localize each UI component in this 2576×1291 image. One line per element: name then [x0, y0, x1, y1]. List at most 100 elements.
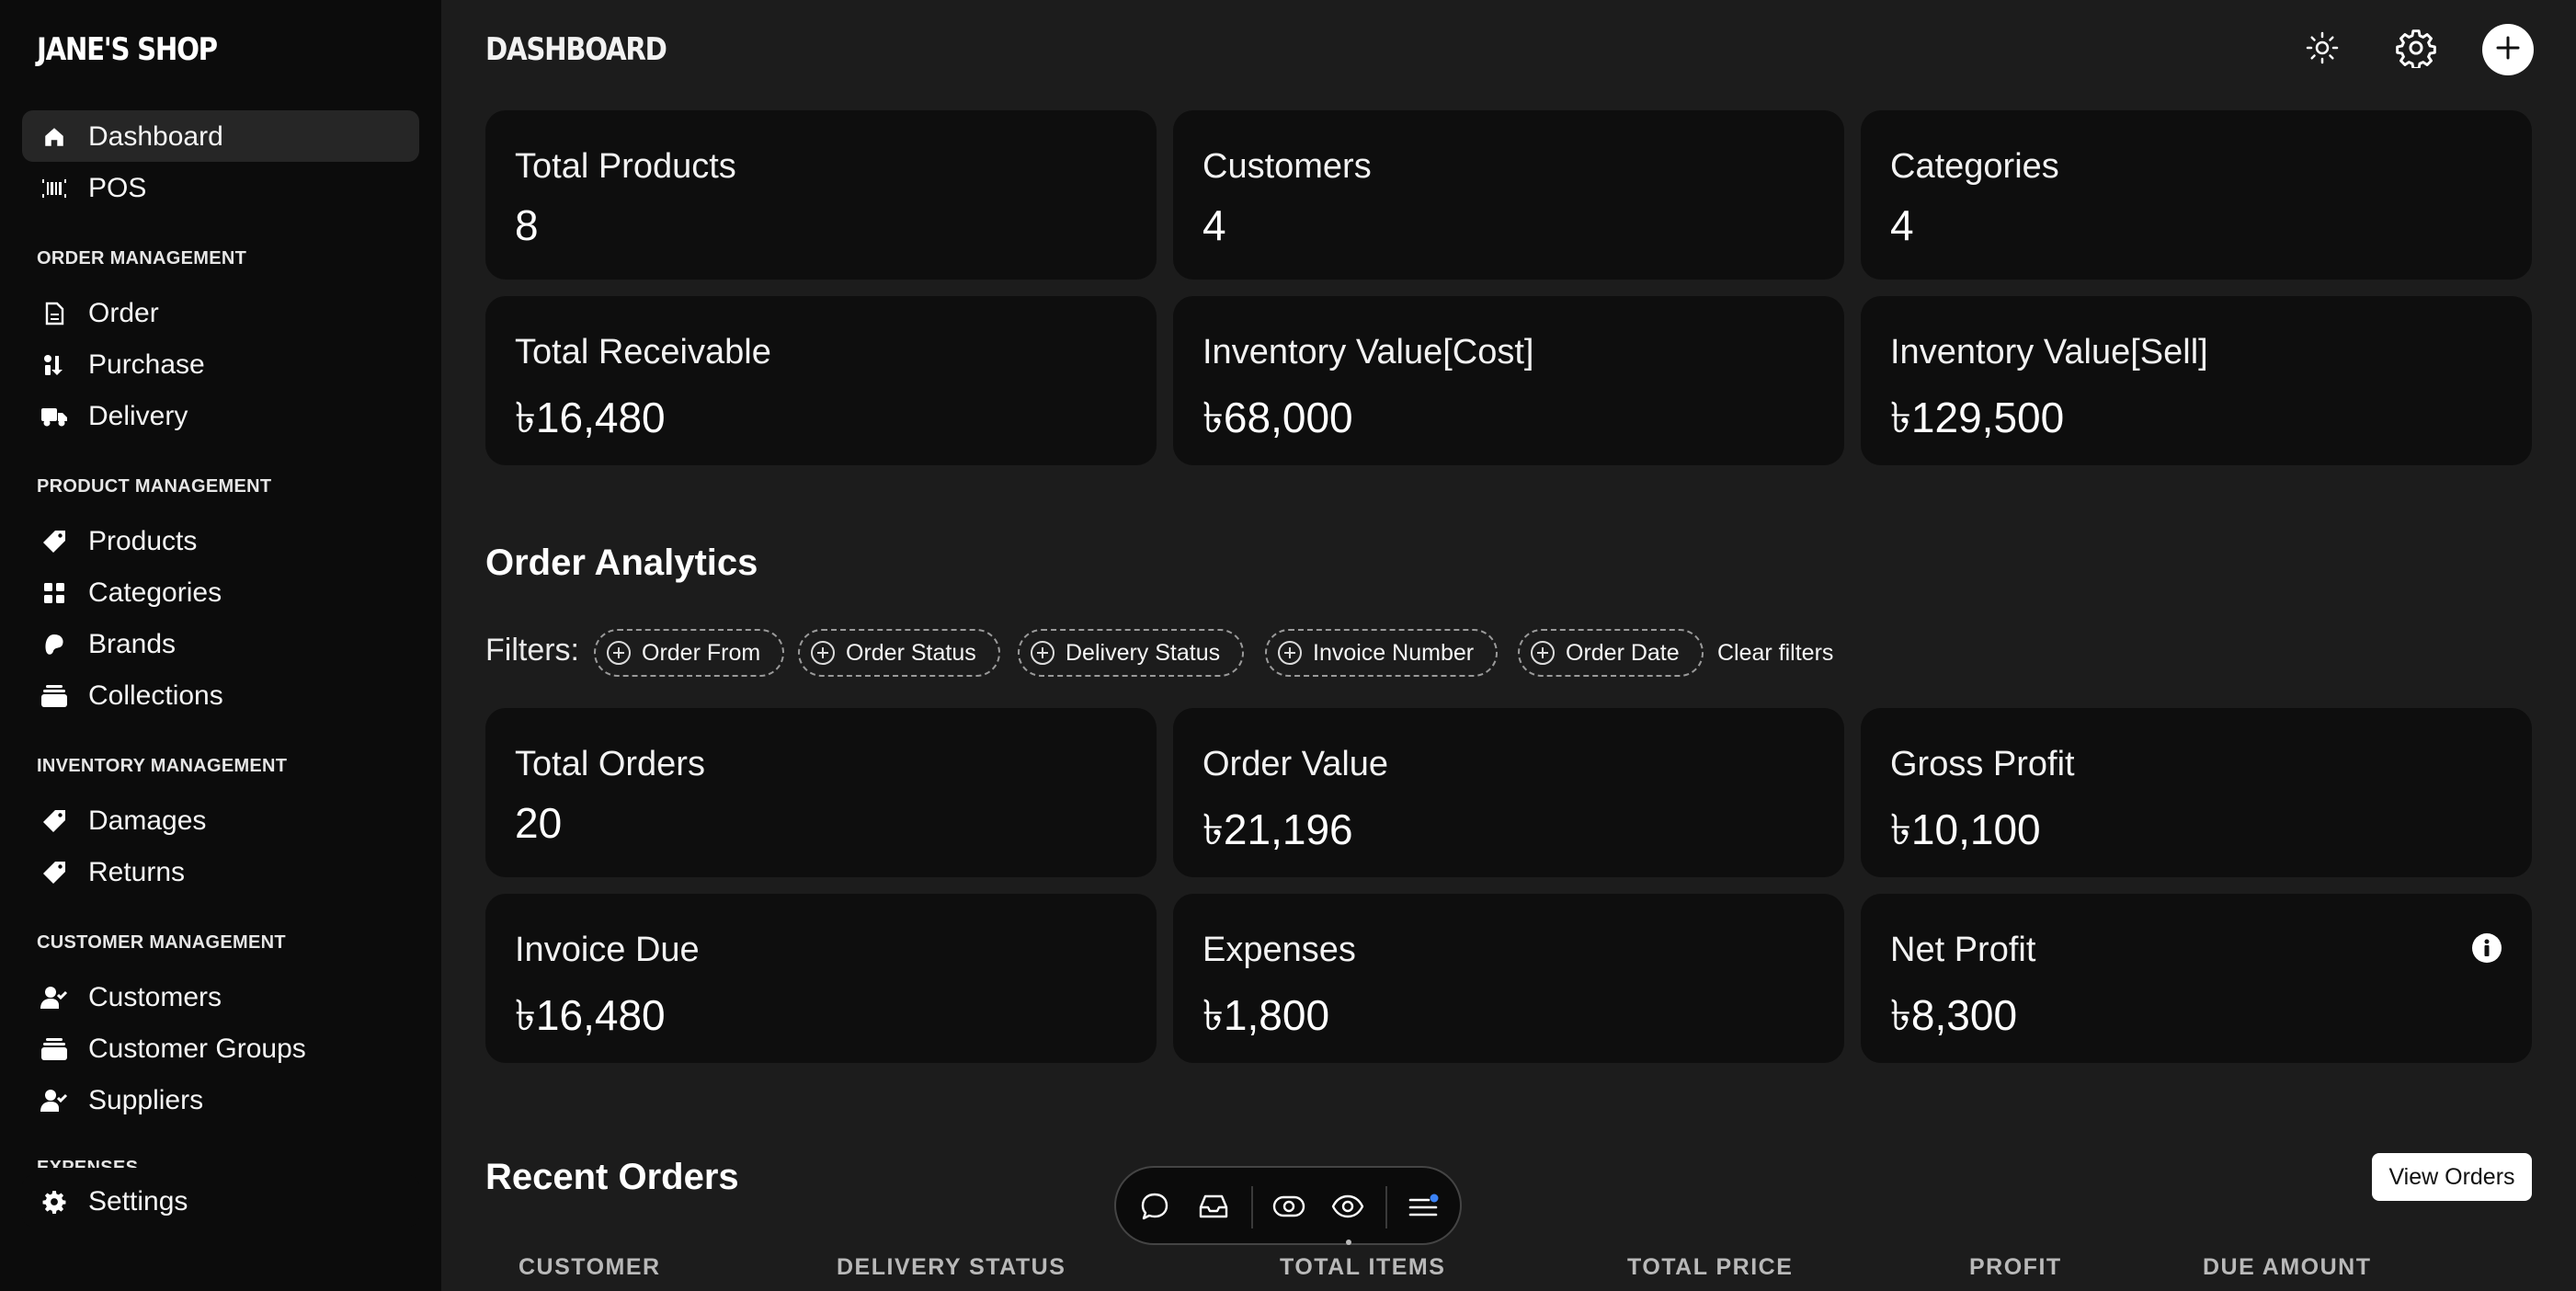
sidebar-item-categories[interactable]: Categories [22, 566, 419, 618]
column-header-due-amount[interactable]: DUE AMOUNT [2203, 1254, 2372, 1281]
stat-card-categories: Categories 4 [1861, 110, 2532, 280]
filter-delivery-status[interactable]: Delivery Status [1018, 629, 1245, 677]
stat-card-inventory-cost: Inventory Value[Cost] ৳68,000 [1173, 296, 1844, 465]
stat-label: Total Products [515, 147, 736, 186]
filter-label: Order Date [1566, 639, 1680, 666]
stat-value: 4 [1890, 201, 1914, 249]
sidebar-item-purchase[interactable]: Purchase [22, 338, 419, 390]
truck-icon [40, 403, 68, 430]
sidebar-item-suppliers[interactable]: Suppliers [22, 1074, 419, 1125]
sun-icon [2305, 30, 2340, 70]
section-heading-expenses: EXPENSES [37, 1158, 139, 1168]
tag-icon [40, 807, 68, 835]
stat-value: ৳8,300 [1890, 991, 2018, 1039]
user-icon [40, 1087, 68, 1114]
purchase-icon [40, 351, 68, 379]
column-header-profit[interactable]: PROFIT [1969, 1254, 2062, 1281]
sidebar-item-label: Products [88, 526, 198, 556]
filter-order-from[interactable]: Order From [594, 629, 785, 677]
sidebar-item-label: Customer Groups [88, 1034, 306, 1064]
document-icon [40, 300, 68, 327]
page-title: DASHBOARD [485, 31, 667, 68]
stat-card-total-receivable: Total Receivable ৳16,480 [485, 296, 1157, 465]
info-icon[interactable] [2471, 932, 2502, 964]
section-heading-order: ORDER MANAGEMENT [37, 248, 247, 268]
sidebar-item-dashboard[interactable]: Dashboard [22, 110, 419, 162]
sidebar-item-label: Damages [88, 805, 207, 836]
add-button[interactable] [2482, 24, 2534, 75]
grid-icon [40, 579, 68, 607]
plus-icon [2494, 34, 2522, 66]
filter-order-status[interactable]: Order Status [798, 629, 1000, 677]
sidebar-item-settings[interactable]: Settings [22, 1175, 419, 1227]
stat-value: ৳68,000 [1203, 394, 1353, 441]
column-header-delivery-status[interactable]: DELIVERY STATUS [837, 1254, 1066, 1281]
inbox-button[interactable] [1195, 1190, 1232, 1227]
filter-label: Order From [642, 639, 761, 666]
settings-button[interactable] [2390, 24, 2442, 75]
sidebar: JANE'S SHOP Dashboard POS ORDER MANAGEME… [0, 0, 441, 1291]
sidebar-item-damages[interactable]: Damages [22, 794, 419, 846]
eye-icon [1331, 1194, 1364, 1224]
sidebar-item-label: Returns [88, 857, 186, 887]
sidebar-item-label: Settings [88, 1186, 188, 1217]
column-header-customer[interactable]: CUSTOMER [519, 1254, 661, 1281]
filters-label: Filters: [485, 633, 579, 668]
sidebar-item-label: POS [88, 173, 147, 203]
gear-icon [2396, 28, 2436, 73]
menu-icon [1407, 1193, 1440, 1225]
stat-label: Inventory Value[Sell] [1890, 333, 2208, 371]
stat-value: ৳129,500 [1890, 394, 2065, 441]
column-header-total-price[interactable]: TOTAL PRICE [1627, 1254, 1793, 1281]
stat-label: Gross Profit [1890, 745, 2075, 783]
sidebar-item-customers[interactable]: Customers [22, 971, 419, 1023]
toggle-view-button[interactable] [1271, 1190, 1307, 1227]
stat-label: Expenses [1203, 931, 1356, 969]
section-heading-inventory: INVENTORY MANAGEMENT [37, 756, 288, 776]
analytics-card-total-orders: Total Orders 20 [485, 708, 1157, 877]
toggle-icon [1272, 1194, 1305, 1223]
stat-card-customers: Customers 4 [1173, 110, 1844, 280]
analytics-card-invoice-due: Invoice Due ৳16,480 [485, 894, 1157, 1063]
sidebar-item-pos[interactable]: POS [22, 162, 419, 213]
menu-button[interactable] [1405, 1190, 1442, 1227]
view-orders-button[interactable]: View Orders [2372, 1153, 2532, 1201]
stat-label: Invoice Due [515, 931, 700, 969]
recent-orders-title: Recent Orders [485, 1157, 739, 1197]
sidebar-item-returns[interactable]: Returns [22, 846, 419, 897]
sidebar-item-products[interactable]: Products [22, 515, 419, 566]
barcode-icon [40, 175, 68, 202]
theme-toggle-button[interactable] [2297, 24, 2348, 75]
filter-label: Invoice Number [1313, 639, 1475, 666]
sidebar-item-label: Delivery [88, 401, 188, 431]
preview-button[interactable] [1329, 1190, 1366, 1227]
sidebar-item-delivery[interactable]: Delivery [22, 390, 419, 441]
filter-invoice-number[interactable]: Invoice Number [1265, 629, 1499, 677]
user-icon [40, 984, 68, 1011]
filter-label: Delivery Status [1066, 639, 1221, 666]
clear-filters-button[interactable]: Clear filters [1717, 640, 1833, 667]
sidebar-item-collections[interactable]: Collections [22, 669, 419, 721]
stat-value: 8 [515, 201, 539, 249]
sidebar-item-customer-groups[interactable]: Customer Groups [22, 1023, 419, 1074]
plus-circle-icon [1031, 641, 1054, 665]
sidebar-item-label: Brands [88, 629, 177, 659]
sidebar-item-label: Collections [88, 680, 223, 711]
stat-label: Total Orders [515, 745, 705, 783]
comment-button[interactable] [1136, 1190, 1173, 1227]
column-header-total-items[interactable]: TOTAL ITEMS [1280, 1254, 1445, 1281]
analytics-card-gross-profit: Gross Profit ৳10,100 [1861, 708, 2532, 877]
chat-bubble-icon [1139, 1191, 1170, 1227]
stat-label: Inventory Value[Cost] [1203, 333, 1534, 371]
filter-order-date[interactable]: Order Date [1518, 629, 1704, 677]
stat-label: Customers [1203, 147, 1372, 186]
analytics-card-order-value: Order Value ৳21,196 [1173, 708, 1844, 877]
stat-label: Net Profit [1890, 931, 2036, 969]
sidebar-item-brands[interactable]: Brands [22, 618, 419, 669]
stat-value: ৳16,480 [515, 394, 666, 441]
sidebar-item-label: Categories [88, 577, 222, 608]
stat-label: Total Receivable [515, 333, 771, 371]
gear-icon [40, 1188, 68, 1216]
sidebar-item-order[interactable]: Order [22, 287, 419, 338]
palette-icon [40, 631, 68, 658]
